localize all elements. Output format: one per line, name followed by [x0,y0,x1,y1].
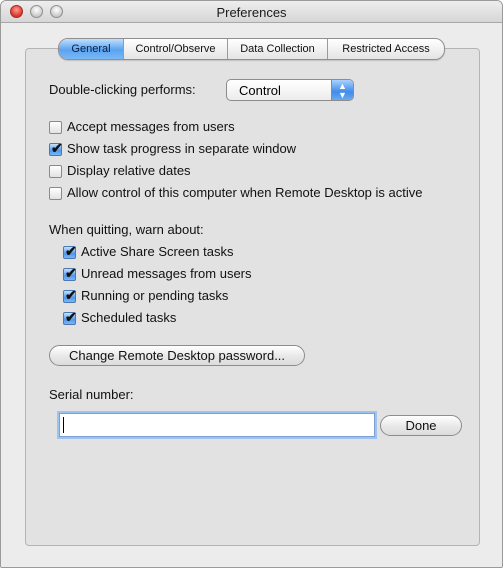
checkmark-icon: ✔ [65,287,77,303]
double-click-popup[interactable]: Control ▲ ▼ [226,79,354,101]
serial-number-label: Serial number: [49,387,134,402]
checkbox-label: Active Share Screen tasks [81,244,234,259]
checkbox-label: Unread messages from users [81,266,252,281]
checkbox-label: Show task progress in separate window [67,141,297,156]
checkbox-box[interactable] [49,121,62,134]
checkbox-label: Scheduled tasks [81,310,177,325]
text-caret [63,417,64,433]
tab-control-observe[interactable]: Control/Observe [123,39,227,59]
checkmark-icon: ✔ [65,265,77,281]
checkbox-label: Display relative dates [67,163,191,178]
title-bar[interactable]: Preferences [1,1,502,23]
tab-bar: General Control/Observe Data Collection … [58,38,445,60]
checkbox-box[interactable]: ✔ [63,287,77,303]
checkbox-label: Allow control of this computer when Remo… [67,185,423,200]
change-password-button[interactable]: Change Remote Desktop password... [49,345,305,366]
window-title: Preferences [216,5,287,20]
checkmark-icon: ✔ [65,243,77,259]
checkbox-box[interactable]: ✔ [49,140,63,156]
quit-warn-label: When quitting, warn about: [49,222,204,237]
tab-restricted-access[interactable]: Restricted Access [327,39,444,59]
done-button[interactable]: Done [380,415,462,436]
checkbox-box[interactable] [49,187,62,200]
checkbox-label: Running or pending tasks [81,288,229,303]
checkmark-icon: ✔ [65,309,77,325]
double-click-label: Double-clicking performs: [49,82,196,97]
checkbox-label: Accept messages from users [67,119,235,134]
checkbox-box[interactable]: ✔ [63,243,77,259]
serial-number-input[interactable] [59,413,375,437]
checkbox-box[interactable]: ✔ [63,309,77,325]
tab-data-collection[interactable]: Data Collection [227,39,327,59]
checkmark-icon: ✔ [51,140,63,156]
preferences-window: Preferences General Control/Observe Data… [0,0,503,568]
popup-arrows-icon: ▲ ▼ [331,80,353,100]
double-click-popup-value: Control [239,83,281,98]
checkbox-box[interactable]: ✔ [63,265,77,281]
checkbox-box[interactable] [49,165,62,178]
tab-general[interactable]: General [59,39,123,59]
